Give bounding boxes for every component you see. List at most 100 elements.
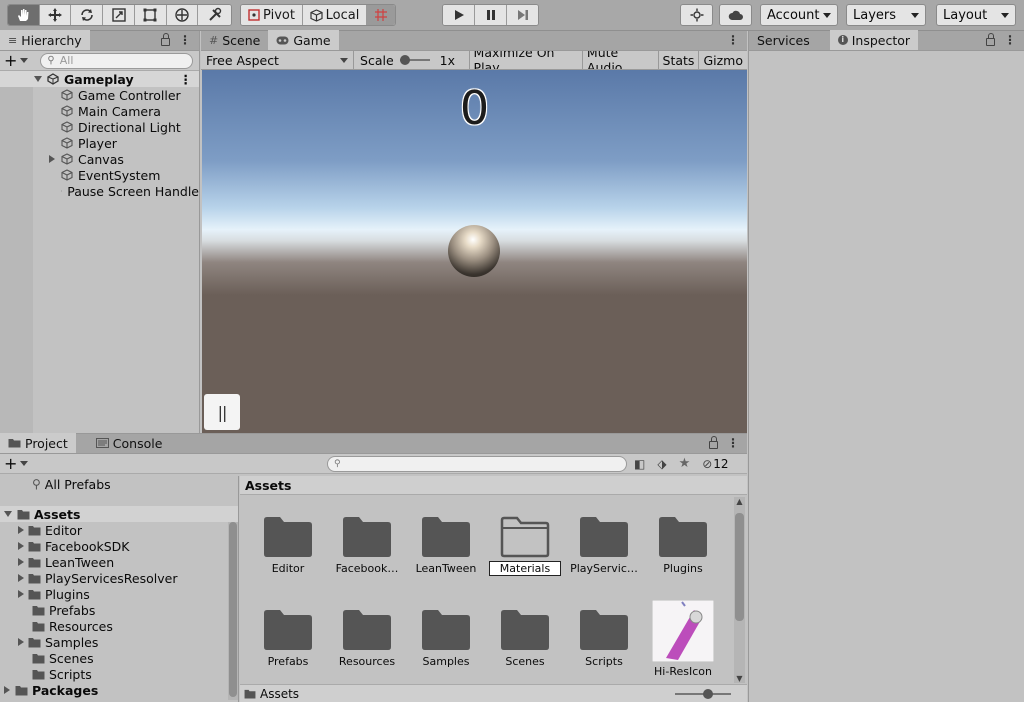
tab-services[interactable]: Services	[749, 30, 818, 50]
expand-arrow-icon[interactable]	[34, 76, 42, 82]
tab-console[interactable]: Console	[88, 433, 171, 453]
expand-arrow-icon[interactable]	[4, 511, 12, 517]
scale-slider[interactable]	[399, 55, 430, 65]
pivot-toggle[interactable]: Pivot	[241, 5, 303, 25]
icon-size-slider[interactable]	[675, 689, 731, 699]
hierarchy-item[interactable]: Game Controller	[0, 87, 199, 103]
hierarchy-search-input[interactable]: ⚲ All	[40, 52, 194, 69]
icon-size-slider-thumb[interactable]	[703, 689, 713, 699]
tree-folder-item[interactable]: Plugins	[0, 586, 238, 602]
expand-arrow-icon[interactable]	[18, 574, 24, 582]
layout-dropdown[interactable]: Layout	[936, 4, 1016, 26]
hierarchy-item[interactable]: Player	[0, 135, 199, 151]
expand-arrow-icon[interactable]	[18, 638, 24, 646]
tree-folder-item[interactable]: Editor	[0, 522, 238, 538]
tab-game[interactable]: Game	[268, 30, 339, 50]
tree-folder-item[interactable]: Scripts	[0, 666, 238, 682]
more-options-icon[interactable]: ⋮	[179, 34, 191, 46]
scale-tool-icon[interactable]	[103, 5, 135, 25]
asset-folder-tile[interactable]: Facebook…	[331, 516, 403, 575]
asset-folder-tile[interactable]: Scenes	[489, 609, 561, 668]
tree-folder-item[interactable]: FacebookSDK	[0, 538, 238, 554]
transform-tool-icon[interactable]	[166, 5, 199, 25]
expand-arrow-icon[interactable]	[4, 686, 10, 694]
scene-more-icon[interactable]: ⋮	[180, 72, 193, 87]
tab-project[interactable]: Project	[0, 433, 76, 453]
asset-folder-tile[interactable]: PlayServic…	[568, 516, 640, 575]
hierarchy-item[interactable]: Directional Light	[0, 119, 199, 135]
asset-folder-tile[interactable]: LeanTween	[410, 516, 482, 575]
hand-tool-icon[interactable]	[8, 5, 40, 25]
scene-row-gameplay[interactable]: Gameplay ⋮	[0, 71, 199, 87]
tree-scrollbar[interactable]	[228, 522, 238, 700]
mute-audio-toggle[interactable]: Mute Audio	[583, 51, 659, 69]
rotate-tool-icon[interactable]	[71, 5, 104, 25]
asset-folder-tile-renaming[interactable]: Materials	[489, 516, 561, 576]
gizmos-dropdown[interactable]: Gizmo	[699, 51, 747, 69]
expand-arrow-icon[interactable]	[18, 558, 24, 566]
hierarchy-item[interactable]: Pause Screen Handle	[0, 183, 199, 199]
create-asset-dropdown[interactable]: +	[4, 455, 29, 471]
expand-arrow-icon[interactable]	[49, 155, 55, 163]
tree-folder-item[interactable]: PlayServicesResolver	[0, 570, 238, 586]
stats-toggle[interactable]: Stats	[659, 51, 700, 69]
expand-arrow-icon[interactable]	[18, 526, 24, 534]
layers-dropdown[interactable]: Layers	[846, 4, 926, 26]
scale-slider-thumb[interactable]	[399, 55, 410, 65]
tree-scrollbar-thumb[interactable]	[229, 522, 237, 697]
tree-folder-item[interactable]: Prefabs	[0, 602, 238, 618]
more-options-icon[interactable]: ⋮	[1004, 34, 1016, 46]
scroll-up-arrow-icon[interactable]: ▲	[734, 497, 745, 506]
more-options-icon[interactable]: ⋮	[727, 437, 739, 449]
scroll-down-arrow-icon[interactable]: ▼	[734, 674, 745, 683]
create-dropdown[interactable]: +	[4, 52, 29, 68]
tab-hierarchy[interactable]: ≡ Hierarchy	[0, 30, 90, 50]
tree-folder-item[interactable]: Scenes	[0, 650, 238, 666]
grid-snap-toggle[interactable]	[367, 5, 395, 25]
asset-grid-scrollbar[interactable]: ▲ ▼	[734, 497, 745, 683]
play-button[interactable]	[443, 5, 475, 25]
account-dropdown[interactable]: Account	[760, 4, 838, 26]
project-search-input[interactable]: ⚲	[327, 455, 627, 472]
tree-folder-item[interactable]: Resources	[0, 618, 238, 634]
rect-tool-icon[interactable]	[134, 5, 167, 25]
asset-folder-tile[interactable]: Resources	[331, 609, 403, 668]
cloud-button[interactable]	[720, 5, 751, 25]
hierarchy-item[interactable]: EventSystem	[0, 167, 199, 183]
hidden-packages-toggle[interactable]: ⊘ 12	[702, 457, 728, 471]
move-tool-icon[interactable]	[39, 5, 72, 25]
asset-grid-scrollbar-thumb[interactable]	[735, 513, 744, 621]
lock-icon[interactable]	[986, 33, 995, 46]
all-prefabs-item[interactable]: ⚲ All Prefabs	[0, 476, 238, 492]
rename-field[interactable]: Materials	[489, 561, 561, 576]
filter-by-label-icon[interactable]: ⬗	[657, 457, 666, 471]
lock-icon[interactable]	[709, 436, 718, 449]
asset-folder-tile[interactable]: Plugins	[647, 516, 719, 575]
custom-tools-icon[interactable]	[198, 5, 231, 25]
assets-root-item[interactable]: Assets	[0, 506, 238, 522]
hierarchy-item[interactable]: Main Camera	[0, 103, 199, 119]
asset-folder-tile[interactable]: Editor	[252, 516, 324, 575]
tree-folder-item[interactable]: LeanTween	[0, 554, 238, 570]
step-button[interactable]	[507, 5, 538, 25]
asset-texture-tile[interactable]: Hi-ResIcon	[647, 600, 719, 678]
asset-folder-tile[interactable]: Scripts	[568, 609, 640, 668]
maximize-on-play-toggle[interactable]: Maximize On Play	[470, 51, 583, 69]
asset-folder-tile[interactable]: Prefabs	[252, 609, 324, 668]
pause-button[interactable]	[475, 5, 507, 25]
expand-arrow-icon[interactable]	[18, 590, 24, 598]
tab-scene[interactable]: # Scene	[201, 30, 268, 50]
local-toggle[interactable]: Local	[303, 5, 367, 25]
packages-root-item[interactable]: Packages	[0, 682, 238, 698]
game-viewport[interactable]: 0 ||	[202, 70, 747, 433]
tab-inspector[interactable]: i Inspector	[829, 30, 919, 50]
hierarchy-item[interactable]: Canvas	[0, 151, 199, 167]
asset-folder-tile[interactable]: Samples	[410, 609, 482, 668]
more-options-icon[interactable]: ⋮	[727, 34, 739, 46]
pause-ui-button[interactable]: ||	[204, 394, 240, 430]
expand-arrow-icon[interactable]	[18, 542, 24, 550]
aspect-dropdown[interactable]: Free Aspect	[201, 51, 355, 69]
collab-button[interactable]	[681, 5, 712, 25]
tree-folder-item[interactable]: Samples	[0, 634, 238, 650]
filter-by-type-icon[interactable]: ◧	[634, 457, 645, 471]
